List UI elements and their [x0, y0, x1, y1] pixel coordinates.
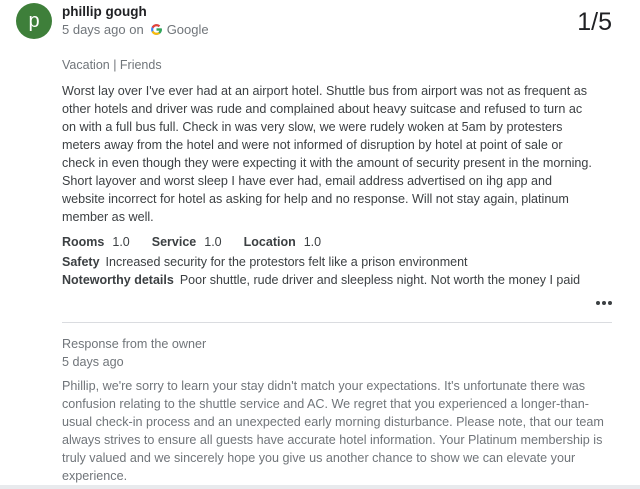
divider [62, 322, 612, 323]
review-text: Worst lay over I've ever had at an airpo… [62, 84, 592, 224]
avatar[interactable]: p [16, 3, 52, 39]
noteworthy-detail: Noteworthy details Poor shuttle, rude dri… [62, 271, 582, 289]
noteworthy-text: Poor shuttle, rude driver and sleepless … [179, 273, 581, 287]
owner-response-title: Response from the owner [62, 337, 207, 351]
rooms-value: 1.0 [112, 235, 130, 249]
more-dot [596, 301, 600, 305]
google-g-icon [150, 24, 162, 35]
location-label: Location [243, 235, 296, 249]
service-value: 1.0 [204, 235, 222, 249]
rooms-label: Rooms [62, 235, 105, 249]
owner-response-date: 5 days ago [62, 355, 124, 369]
more-dot [602, 301, 606, 305]
review-source: Google [166, 22, 209, 37]
safety-detail: Safety Increased security for the protest… [62, 253, 582, 271]
trip-type: Vacation | Friends [62, 58, 162, 72]
service-label: Service [151, 235, 197, 249]
location-value: 1.0 [303, 235, 322, 249]
bottom-edge [0, 485, 640, 489]
noteworthy-label: Noteworthy details [62, 273, 174, 287]
more-horiz-icon[interactable] [594, 296, 614, 310]
owner-response-text: Phillip, we're sorry to learn your stay … [62, 379, 604, 483]
sub-ratings: Rooms 1.0 Service 1.0 Location 1.0 [62, 235, 343, 249]
reviewer-name[interactable]: phillip gough [62, 4, 147, 19]
review-time: 5 days ago on [62, 22, 144, 37]
safety-text: Increased security for the protestors fe… [105, 255, 468, 269]
safety-label: Safety [62, 255, 100, 269]
review-rating: 1/5 [577, 8, 612, 36]
review-meta: 5 days ago on Google [62, 22, 209, 37]
more-dot [608, 301, 612, 305]
